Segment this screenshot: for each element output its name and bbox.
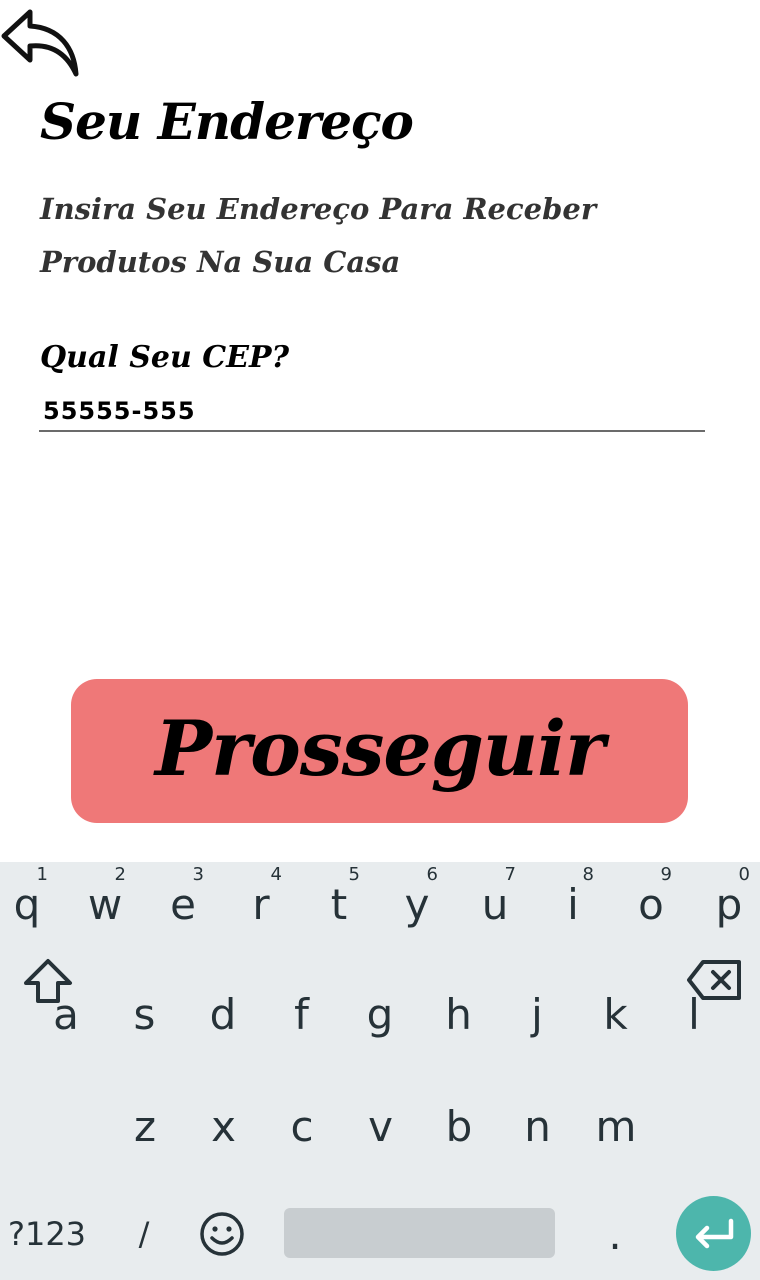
key-label: w	[87, 879, 123, 929]
emoji-key[interactable]	[194, 1206, 250, 1262]
backspace-icon	[687, 960, 741, 1000]
letter-key-b[interactable]: b	[426, 1088, 492, 1164]
key-label: u	[481, 879, 509, 929]
letter-key-d[interactable]: d	[190, 976, 256, 1052]
letter-key-o[interactable]: o9	[618, 864, 684, 942]
enter-icon	[695, 1218, 733, 1248]
letter-key-w[interactable]: w2	[72, 864, 138, 942]
page-title: Seu Endereço	[40, 92, 414, 151]
key-label: z	[133, 1101, 157, 1151]
key-label: f	[294, 989, 309, 1039]
letter-key-u[interactable]: u7	[462, 864, 528, 942]
letter-key-t[interactable]: t5	[306, 864, 372, 942]
key-label: o	[638, 879, 664, 929]
letter-key-g[interactable]: g	[347, 976, 413, 1052]
letter-key-n[interactable]: n	[505, 1088, 571, 1164]
emoji-icon	[200, 1212, 244, 1256]
key-hint: 0	[738, 864, 750, 885]
letter-key-s[interactable]: s	[112, 976, 178, 1052]
key-label: x	[211, 1101, 236, 1151]
key-label: p	[715, 879, 743, 929]
cep-input[interactable]	[39, 392, 705, 432]
letter-key-v[interactable]: v	[348, 1088, 414, 1164]
enter-key[interactable]	[676, 1196, 751, 1271]
key-label: k	[603, 989, 628, 1039]
key-hint: 4	[270, 864, 282, 885]
key-label: e	[170, 879, 196, 929]
key-label: j	[531, 989, 543, 1039]
letter-key-j[interactable]: j	[504, 976, 570, 1052]
slash-key[interactable]: /	[116, 1206, 172, 1262]
back-arrow-icon	[1, 9, 79, 77]
key-label: m	[595, 1101, 637, 1151]
letter-key-p[interactable]: p0	[696, 864, 760, 942]
key-hint: 7	[504, 864, 516, 885]
letter-key-m[interactable]: m	[583, 1088, 649, 1164]
key-label: i	[567, 879, 579, 929]
shift-icon	[24, 959, 72, 1003]
back-button[interactable]	[0, 4, 84, 78]
soft-keyboard: q1w2e3r4t5y6u7i8o9p0 asdfghjkl zxcvbnm ?…	[0, 862, 760, 1280]
key-hint: 1	[36, 864, 48, 885]
letter-key-e[interactable]: e3	[150, 864, 216, 942]
key-label: h	[445, 989, 472, 1039]
period-key[interactable]: .	[590, 1206, 640, 1262]
key-hint: 2	[114, 864, 126, 885]
key-label: r	[252, 879, 270, 929]
backspace-key[interactable]	[678, 950, 750, 1010]
letter-key-r[interactable]: r4	[228, 864, 294, 942]
key-label: c	[290, 1101, 314, 1151]
key-hint: 8	[582, 864, 594, 885]
key-label: t	[330, 879, 348, 929]
key-label: n	[524, 1101, 551, 1151]
key-label: g	[366, 989, 394, 1039]
key-label: v	[368, 1101, 393, 1151]
letter-key-c[interactable]: c	[269, 1088, 335, 1164]
key-label: y	[404, 879, 430, 929]
proceed-button-label: Prosseguir	[154, 703, 605, 793]
letter-key-i[interactable]: i8	[540, 864, 606, 942]
key-hint: 5	[348, 864, 360, 885]
letter-key-k[interactable]: k	[583, 976, 649, 1052]
proceed-button[interactable]: Prosseguir	[71, 679, 688, 823]
letter-key-f[interactable]: f	[269, 976, 335, 1052]
letter-key-q[interactable]: q1	[0, 864, 60, 942]
shift-key[interactable]	[14, 946, 82, 1016]
letter-key-z[interactable]: z	[112, 1088, 178, 1164]
symbols-key[interactable]: ?123	[4, 1206, 90, 1262]
space-bar[interactable]	[284, 1208, 555, 1258]
key-label: s	[133, 989, 156, 1039]
key-hint: 6	[426, 864, 438, 885]
key-label: b	[445, 1101, 473, 1151]
letter-key-x[interactable]: x	[191, 1088, 257, 1164]
letter-key-y[interactable]: y6	[384, 864, 450, 942]
cep-label: Qual Seu CEP?	[40, 340, 290, 375]
key-label: d	[209, 989, 237, 1039]
key-hint: 3	[192, 864, 204, 885]
letter-key-h[interactable]: h	[426, 976, 492, 1052]
key-hint: 9	[660, 864, 672, 885]
page-subtitle: Insira Seu Endereço Para Receber Produto…	[40, 192, 597, 279]
key-label: q	[13, 879, 41, 929]
